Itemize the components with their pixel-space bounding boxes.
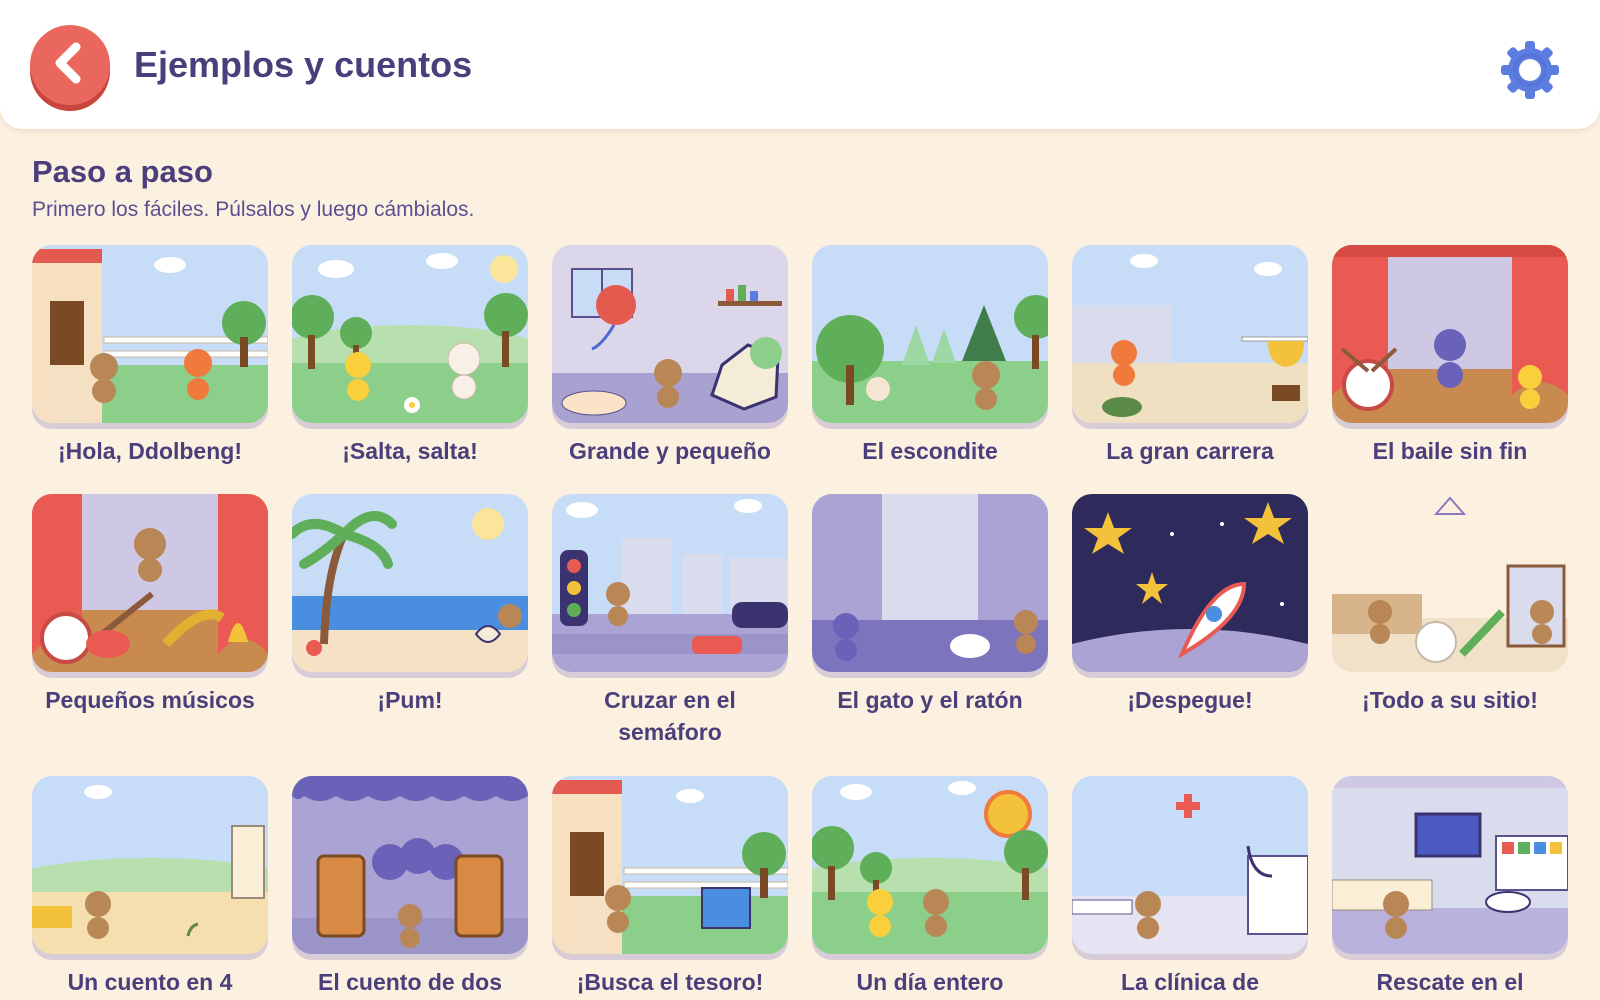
back-button[interactable] — [30, 25, 110, 105]
card-label: Pequeños músicos — [45, 687, 255, 713]
card-label: ¡Despegue! — [1127, 687, 1253, 713]
card-label: ¡Busca el tesoro! — [576, 969, 764, 995]
example-card[interactable]: El cuento de dos — [292, 776, 528, 998]
card-label: ¡Salta, salta! — [342, 438, 478, 464]
card-thumbnail — [32, 245, 268, 423]
example-card[interactable]: ¡Pum! — [292, 494, 528, 716]
card-label: Cruzar en el semáforo — [604, 687, 736, 745]
card-thumbnail — [1332, 776, 1568, 954]
card-thumbnail — [292, 776, 528, 954]
example-card[interactable]: Un cuento en 4 — [32, 776, 268, 998]
card-thumbnail — [552, 776, 788, 954]
card-label: ¡Pum! — [377, 687, 443, 713]
page-title: Ejemplos y cuentos — [134, 44, 473, 85]
card-label: Un cuento en 4 — [67, 969, 233, 995]
example-card[interactable]: Pequeños músicos — [32, 494, 268, 716]
example-card[interactable]: ¡Todo a su sitio! — [1332, 494, 1568, 716]
card-label: Un día entero — [856, 969, 1004, 995]
example-card[interactable]: ¡Salta, salta! — [292, 245, 528, 467]
top-bar: Ejemplos y cuentos — [0, 0, 1600, 129]
card-thumbnail — [1332, 494, 1568, 672]
card-label: ¡Hola, Ddolbeng! — [58, 438, 242, 464]
card-label: La clínica de — [1120, 969, 1260, 995]
example-card[interactable]: La clínica de — [1072, 776, 1308, 998]
example-card[interactable]: Rescate en el — [1332, 776, 1568, 998]
card-thumbnail — [812, 245, 1048, 423]
example-card[interactable]: El escondite — [812, 245, 1048, 467]
gear-icon — [1501, 41, 1559, 99]
card-label: Rescate en el — [1376, 969, 1524, 995]
card-thumbnail — [1072, 776, 1308, 954]
card-label: La gran carrera — [1106, 438, 1274, 464]
example-card[interactable]: ¡Despegue! — [1072, 494, 1308, 716]
card-label: El gato y el ratón — [837, 687, 1023, 713]
example-card[interactable]: Grande y pequeño — [552, 245, 788, 467]
card-label: Grande y pequeño — [569, 438, 771, 464]
card-thumbnail — [1072, 494, 1308, 672]
card-label: El baile sin fin — [1372, 438, 1528, 464]
card-thumbnail — [292, 245, 528, 423]
card-label: El escondite — [862, 438, 998, 464]
card-thumbnail — [292, 494, 528, 672]
chevron-left-icon — [55, 42, 81, 84]
section-subtitle: Primero los fáciles. Púlsalos y luego cá… — [32, 198, 475, 221]
card-thumbnail — [552, 245, 788, 423]
example-card[interactable]: La gran carrera — [1072, 245, 1308, 467]
example-card[interactable]: ¡Hola, Ddolbeng! — [32, 245, 268, 467]
card-thumbnail — [32, 776, 268, 954]
example-card[interactable]: El baile sin fin — [1332, 245, 1568, 467]
card-thumbnail — [32, 494, 268, 672]
card-thumbnail — [552, 494, 788, 672]
card-thumbnail — [812, 494, 1048, 672]
example-card[interactable]: Cruzar en el semáforo — [552, 494, 788, 748]
settings-button[interactable] — [1498, 38, 1562, 102]
example-card[interactable]: ¡Busca el tesoro! — [552, 776, 788, 998]
section-title: Paso a paso — [32, 154, 213, 189]
example-card[interactable]: El gato y el ratón — [812, 494, 1048, 716]
example-card[interactable]: Un día entero — [812, 776, 1048, 998]
card-thumbnail — [812, 776, 1048, 954]
card-thumbnail — [1332, 245, 1568, 423]
card-label: ¡Todo a su sitio! — [1362, 687, 1538, 713]
card-label: El cuento de dos — [317, 969, 503, 995]
card-thumbnail — [1072, 245, 1308, 423]
